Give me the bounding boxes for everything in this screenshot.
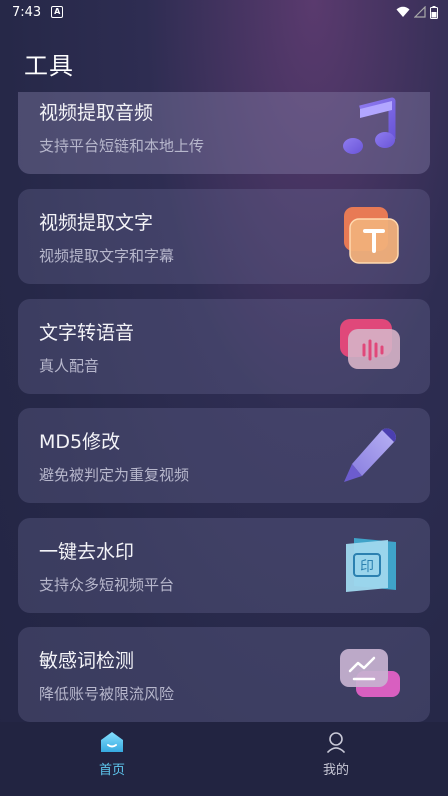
tool-card-title: 视频提取音频 <box>39 102 154 124</box>
nav-mine-label: 我的 <box>322 763 349 778</box>
status-time: 7:43 <box>12 4 42 20</box>
tool-card-text-to-speech[interactable]: 文字转语音 真人配音 <box>18 299 430 394</box>
nav-home-label: 首页 <box>98 763 125 778</box>
chart-icon <box>340 649 400 697</box>
tool-card-title: MD5修改 <box>39 431 121 453</box>
tool-card-md5[interactable]: MD5修改 避免被判定为重复视频 <box>18 408 430 503</box>
bottom-nav: 首页 我的 <box>0 722 448 796</box>
tool-card-subtitle: 避免被判定为重复视频 <box>39 466 190 484</box>
tool-card-subtitle: 支持众多短视频平台 <box>39 576 175 594</box>
tool-card-subtitle: 视频提取文字和字幕 <box>39 247 175 265</box>
tool-card-extract-text[interactable]: 视频提取文字 视频提取文字和字幕 <box>18 189 430 284</box>
text-t-icon <box>344 207 399 264</box>
tool-card-title: 敏感词检测 <box>39 650 135 672</box>
tool-card-title: 视频提取文字 <box>39 212 154 234</box>
nav-mine[interactable]: 我的 <box>224 722 448 796</box>
nav-home[interactable]: 首页 <box>0 722 224 796</box>
home-icon <box>101 732 123 752</box>
voice-wave-icon <box>340 319 400 369</box>
wifi-icon <box>396 6 410 17</box>
pen-icon <box>344 428 396 482</box>
signal-icon <box>414 6 426 18</box>
page-title: 工具 <box>24 52 74 80</box>
tool-card-remove-watermark[interactable]: 一键去水印 支持众多短视频平台 印 <box>18 518 430 613</box>
tool-card-subtitle: 支持平台短链和本地上传 <box>39 137 205 155</box>
tool-card-subtitle: 降低账号被限流风险 <box>39 685 175 703</box>
battery-icon <box>430 5 438 19</box>
stamp-icon: 印 <box>346 538 396 592</box>
tool-list[interactable]: 视频提取音频 支持平台短链和本地上传 视频提取文字 视频提取文字和字幕 文字转语… <box>0 92 448 722</box>
user-icon <box>327 732 345 753</box>
tool-card-subtitle: 真人配音 <box>39 357 100 375</box>
status-bar: 7:43 A <box>0 0 448 24</box>
tool-card-title: 文字转语音 <box>39 322 135 344</box>
tool-card-extract-audio[interactable]: 视频提取音频 支持平台短链和本地上传 <box>18 92 430 174</box>
svg-text:印: 印 <box>360 559 374 575</box>
music-note-icon <box>343 97 396 154</box>
a-icon: A <box>51 6 64 18</box>
tool-card-sensitive-words[interactable]: 敏感词检测 降低账号被限流风险 <box>18 627 430 722</box>
tool-card-title: 一键去水印 <box>39 541 135 563</box>
